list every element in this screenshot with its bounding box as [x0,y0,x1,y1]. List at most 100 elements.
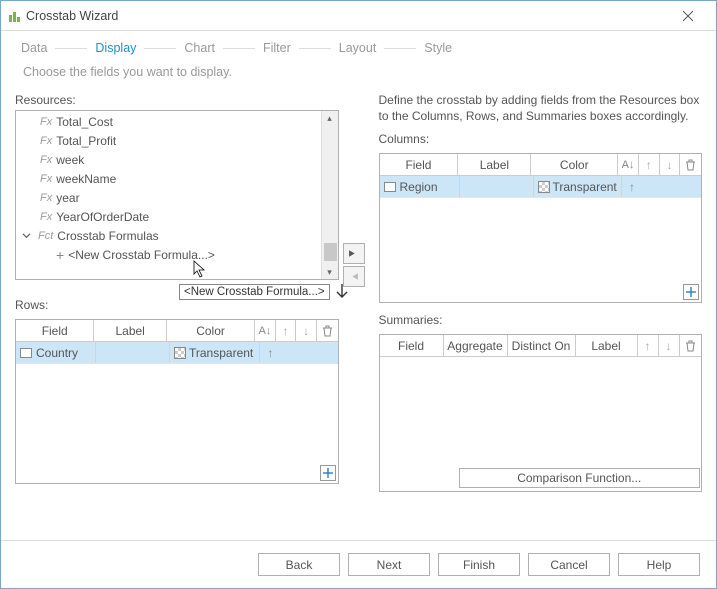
help-button[interactable]: Help [618,553,700,576]
fx-icon: Fx [40,116,52,128]
window-title: Crosstab Wizard [26,9,668,23]
resource-item[interactable]: FxTotal_Cost [16,112,321,131]
step-display[interactable]: Display [91,41,140,55]
cols-sort-button[interactable]: A↓ [618,154,639,175]
left-column: Resources: FxTotal_Cost FxTotal_Profit F… [15,93,339,499]
scrollbar-thumb[interactable] [324,243,337,261]
rows-grid[interactable]: Field Label Color A↓ ↑ ↓ Country Transpa… [15,319,339,484]
cols-delete-button[interactable] [680,154,701,175]
transparency-swatch-icon [538,181,550,193]
resource-item[interactable]: Fxyear [16,188,321,207]
row-color-value: Transparent [189,346,253,360]
rows-col-label[interactable]: Label [94,320,167,341]
step-style[interactable]: Style [420,41,456,55]
arrow-down-icon: ↓ [666,158,672,172]
rows-label: Rows: [15,298,339,312]
arrow-up-icon: ↑ [645,339,651,353]
cursor-icon [193,260,209,280]
sums-col-field[interactable]: Field [380,335,444,356]
dialog-body: Resources: FxTotal_Cost FxTotal_Profit F… [1,93,716,507]
step-separator [144,48,176,49]
resource-item[interactable]: FxTotal_Profit [16,131,321,150]
fx-icon: Fx [40,154,52,166]
resource-item[interactable]: FxYearOfOrderDate [16,207,321,226]
rows-col-field[interactable]: Field [16,320,94,341]
trash-icon [685,340,696,352]
arrow-up-icon: ↑ [283,324,289,338]
sums-col-label[interactable]: Label [576,335,638,356]
resources-scrollbar[interactable]: ▴ ▾ [321,111,338,279]
trash-icon [685,159,696,171]
rows-move-up-button[interactable]: ↑ [276,320,297,341]
field-swatch-icon [20,348,32,358]
resources-list[interactable]: FxTotal_Cost FxTotal_Profit Fxweek Fxwee… [15,110,339,280]
sums-move-up-button[interactable]: ↑ [638,335,659,356]
plus-icon: + [56,247,64,263]
step-filter[interactable]: Filter [259,41,295,55]
summaries-label: Summaries: [379,313,703,327]
trash-icon [322,325,333,337]
rows-sort-button[interactable]: A↓ [255,320,276,341]
step-separator [299,48,331,49]
resource-item[interactable]: Fxweek [16,150,321,169]
back-button[interactable]: Back [258,553,340,576]
columns-grid[interactable]: Field Label Color A↓ ↑ ↓ Region Transpar… [379,153,703,303]
arrow-down-icon: ↓ [666,339,672,353]
dialog-footer: Back Next Finish Cancel Help [1,540,716,588]
arrow-up-icon: ↑ [646,158,652,172]
sort-az-icon: A↓ [622,159,635,171]
titlebar: Crosstab Wizard [1,1,716,31]
rows-delete-button[interactable] [317,320,338,341]
rows-add-button[interactable] [320,465,336,481]
resources-label: Resources: [15,93,339,107]
new-crosstab-formula[interactable]: + <New Crosstab Formula...> [16,245,321,264]
close-button[interactable] [668,2,708,30]
fx-icon: Fx [40,135,52,147]
cancel-button[interactable]: Cancel [528,553,610,576]
move-buttons [343,243,365,287]
caret-down-icon [22,231,31,240]
cols-col-color[interactable]: Color [531,154,618,175]
comparison-function-button[interactable]: Comparison Function... [459,468,701,488]
rows-data-row[interactable]: Country Transparent ↑ [16,342,338,364]
define-text: Define the crosstab by adding fields fro… [379,93,703,132]
wizard-steps: Data Display Chart Filter Layout Style [1,31,716,61]
next-button[interactable]: Next [348,553,430,576]
resource-item[interactable]: FxweekName [16,169,321,188]
cols-col-field[interactable]: Field [380,154,459,175]
sort-asc-icon: ↑ [629,180,635,194]
sums-delete-button[interactable] [680,335,701,356]
close-icon [683,11,693,21]
step-chart[interactable]: Chart [180,41,219,55]
cols-move-down-button[interactable]: ↓ [660,154,681,175]
col-color-value: Transparent [553,180,617,194]
finish-button[interactable]: Finish [438,553,520,576]
arrow-down-icon: ↓ [303,324,309,338]
step-data[interactable]: Data [17,41,51,55]
columns-data-row[interactable]: Region Transparent ↑ [380,176,702,198]
field-swatch-icon [384,182,396,192]
right-column: Define the crosstab by adding fields fro… [379,93,703,499]
instruction-text: Choose the fields you want to display. [1,61,716,93]
add-to-target-button[interactable] [343,243,365,264]
fx-icon: Fx [40,211,52,223]
columns-header: Field Label Color A↓ ↑ ↓ [380,154,702,176]
step-separator [223,48,255,49]
sums-move-down-button[interactable]: ↓ [659,335,680,356]
resource-group[interactable]: FctCrosstab Formulas [16,226,321,245]
scroll-up-icon[interactable]: ▴ [322,111,338,125]
step-layout[interactable]: Layout [335,41,381,55]
scroll-down-icon[interactable]: ▾ [322,265,338,279]
sums-col-aggregate[interactable]: Aggregate [444,335,508,356]
col-field-value: Region [400,180,438,194]
columns-add-button[interactable] [683,284,699,300]
cols-col-label[interactable]: Label [458,154,531,175]
transparency-swatch-icon [174,347,186,359]
crosstab-wizard-window: Crosstab Wizard Data Display Chart Filte… [0,0,717,589]
cols-move-up-button[interactable]: ↑ [639,154,660,175]
rows-move-down-button[interactable]: ↓ [296,320,317,341]
rows-col-color[interactable]: Color [167,320,255,341]
fct-icon: Fct [38,230,53,242]
sums-col-distinct[interactable]: Distinct On [508,335,576,356]
row-field-value: Country [36,346,78,360]
